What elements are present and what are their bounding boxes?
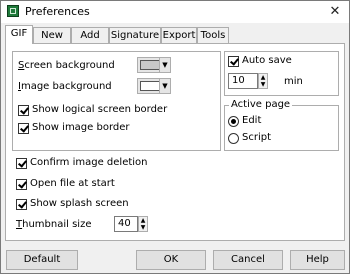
- gif-tab-panel: Screen background ▼ Image background ▼ S…: [5, 43, 345, 241]
- app-icon: [7, 5, 19, 17]
- close-icon[interactable]: ✕: [327, 4, 343, 20]
- show-splash-screen-label: Show splash screen: [30, 198, 129, 209]
- image-background-label: Image background: [18, 81, 112, 92]
- show-image-border-checkbox[interactable]: [18, 123, 29, 134]
- tab-new[interactable]: New: [33, 27, 71, 43]
- auto-save-spinner[interactable]: ▲ ▼: [258, 73, 268, 89]
- tab-tools[interactable]: Tools: [197, 27, 229, 43]
- chevron-down-icon: ▼: [159, 58, 170, 72]
- show-logical-screen-border-label: Show logical screen border: [32, 104, 168, 115]
- auto-save-minutes-input[interactable]: 10: [228, 73, 258, 89]
- confirm-image-deletion-label: Confirm image deletion: [30, 157, 148, 168]
- arrow-up-icon[interactable]: ▲: [139, 217, 147, 224]
- arrow-up-icon[interactable]: ▲: [259, 74, 267, 81]
- screen-color-swatch: [140, 60, 160, 70]
- tab-gif[interactable]: GIF: [5, 25, 33, 44]
- title-bar: Preferences ✕: [1, 1, 349, 23]
- default-button[interactable]: Default: [6, 250, 78, 270]
- arrow-down-icon[interactable]: ▼: [259, 81, 267, 88]
- ok-button[interactable]: OK: [136, 250, 206, 270]
- show-splash-screen-checkbox[interactable]: [16, 199, 27, 210]
- preferences-window: Preferences ✕ GIF New Add Signature Expo…: [0, 0, 350, 274]
- open-file-at-start-checkbox[interactable]: [16, 179, 27, 190]
- show-image-border-label: Show image border: [32, 122, 130, 133]
- screen-background-label: Screen background: [18, 60, 115, 71]
- active-page-group: [224, 105, 339, 151]
- active-page-script-label: Script: [242, 132, 272, 143]
- window-title: Preferences: [25, 5, 90, 18]
- thumbnail-size-input[interactable]: 40: [114, 216, 138, 232]
- tab-signature[interactable]: Signature: [109, 27, 161, 43]
- confirm-image-deletion-checkbox[interactable]: [16, 158, 27, 169]
- image-color-swatch: [140, 81, 160, 91]
- thumbnail-size-spinner[interactable]: ▲ ▼: [138, 216, 148, 232]
- active-page-caption: Active page: [229, 99, 293, 110]
- auto-save-checkbox[interactable]: [228, 56, 239, 67]
- active-page-script-radio[interactable]: [228, 133, 239, 144]
- cancel-button[interactable]: Cancel: [213, 250, 283, 270]
- tab-add[interactable]: Add: [71, 27, 109, 43]
- auto-save-label: Auto save: [242, 55, 292, 66]
- show-logical-screen-border-checkbox[interactable]: [18, 105, 29, 116]
- screen-background-color-button[interactable]: ▼: [137, 57, 171, 73]
- auto-save-unit-label: min: [284, 76, 303, 87]
- thumbnail-size-label: Thumbnail size: [16, 219, 92, 230]
- chevron-down-icon: ▼: [159, 79, 170, 93]
- help-button[interactable]: Help: [290, 250, 345, 270]
- tab-export[interactable]: Export: [161, 27, 197, 43]
- image-background-color-button[interactable]: ▼: [137, 78, 171, 94]
- active-page-edit-label: Edit: [242, 115, 262, 126]
- arrow-down-icon[interactable]: ▼: [139, 224, 147, 231]
- active-page-edit-radio[interactable]: [228, 116, 239, 127]
- open-file-at-start-label: Open file at start: [30, 178, 115, 189]
